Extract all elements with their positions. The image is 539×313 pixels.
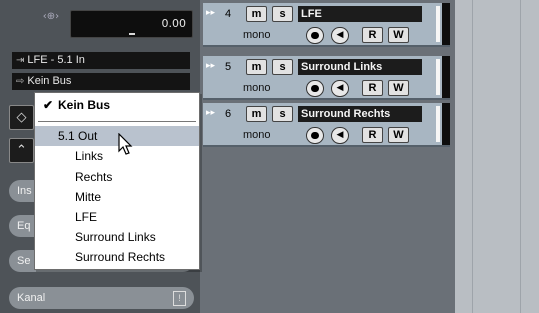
menu-item-mitte[interactable]: Mitte (35, 187, 199, 207)
expand-track-icon[interactable]: ▸▸ (206, 61, 215, 71)
track-mode: mono (243, 129, 271, 141)
solo-button[interactable]: s (272, 6, 293, 22)
output-routing-field[interactable]: ⇨ Kein Bus (12, 73, 190, 90)
menu-item-rechts[interactable]: Rechts (35, 167, 199, 187)
pan-control[interactable]: ‹⊕› (36, 10, 66, 24)
menu-item-surround-links[interactable]: Surround Links (35, 227, 199, 247)
volume-fader[interactable]: 0.00 (70, 10, 193, 38)
output-routing-menu: ✔ Kein Bus 5.1 Out Links Rechts Mitte LF… (34, 92, 200, 270)
track-meter-white (436, 106, 440, 142)
channel-expand-icon[interactable]: ! (173, 291, 186, 306)
channel-section-label: Kanal (17, 292, 46, 304)
fader-indicator (129, 33, 135, 35)
automation-button[interactable]: ⌃ (9, 138, 34, 163)
menu-item-label: Kein Bus (58, 98, 111, 112)
read-automation-button[interactable]: R (362, 80, 383, 96)
menu-item-51-out[interactable]: 5.1 Out (35, 126, 199, 146)
channel-section-tab[interactable]: Kanal ! (9, 287, 194, 309)
record-enable-button[interactable] (306, 80, 324, 97)
menu-separator (38, 121, 196, 122)
mute-button[interactable]: m (246, 6, 267, 22)
track-mode: mono (243, 82, 271, 94)
track-meter-white (436, 6, 440, 42)
mute-button[interactable]: m (246, 106, 267, 122)
track-number: 4 (225, 8, 232, 20)
monitor-button[interactable]: ◀ (331, 80, 349, 97)
write-automation-button[interactable]: W (388, 127, 409, 143)
monitor-button[interactable]: ◀ (331, 127, 349, 144)
track-row[interactable]: ▸▸ 4 m s LFE mono ◀ R W (203, 3, 450, 47)
track-meter-white (436, 59, 440, 95)
solo-button[interactable]: s (272, 106, 293, 122)
cubase-project-window: ‹⊕› 0.00 ⇥ LFE - 5.1 In ⇨ Kein Bus ◇ ⌃ Ins… (0, 0, 539, 313)
arrange-area[interactable] (455, 0, 539, 313)
track-meter (442, 56, 450, 98)
track-row[interactable]: ▸▸ 6 m s Surround Rechts mono ◀ R W (203, 103, 450, 147)
write-automation-button[interactable]: W (388, 27, 409, 43)
mouse-cursor-icon (118, 133, 133, 155)
output-arrow-icon: ⇨ (16, 76, 25, 87)
menu-item-links[interactable]: Links (35, 146, 199, 166)
read-automation-button[interactable]: R (362, 27, 383, 43)
track-mode: mono (243, 29, 271, 41)
write-automation-button[interactable]: W (388, 80, 409, 96)
track-name[interactable]: LFE (298, 6, 422, 22)
track-meter (442, 103, 450, 145)
checkmark-icon: ✔ (43, 98, 54, 112)
menu-item-surround-rechts[interactable]: Surround Rechts (35, 247, 199, 267)
expand-track-icon[interactable]: ▸▸ (206, 108, 215, 118)
track-number: 5 (225, 61, 232, 73)
track-number: 6 (225, 108, 232, 120)
record-enable-button[interactable] (306, 127, 324, 144)
record-enable-button[interactable] (306, 27, 324, 44)
track-meter (442, 3, 450, 45)
input-arrow-icon: ⇥ (16, 55, 25, 66)
track-name[interactable]: Surround Links (298, 59, 422, 75)
grid-line (472, 0, 473, 313)
track-name[interactable]: Surround Rechts (298, 106, 422, 122)
menu-item-kein-bus[interactable]: ✔ Kein Bus (35, 95, 199, 115)
mute-button[interactable]: m (246, 59, 267, 75)
expand-track-icon[interactable]: ▸▸ (206, 8, 215, 18)
solo-button[interactable]: s (272, 59, 293, 75)
track-list: ▸▸ 4 m s LFE mono ◀ R W ▸▸ 5 m s Surroun… (200, 0, 455, 313)
output-routing-label: Kein Bus (27, 75, 72, 87)
track-row[interactable]: ▸▸ 5 m s Surround Links mono ◀ R W (203, 56, 450, 100)
grid-line (520, 0, 521, 313)
volume-value: 0.00 (161, 17, 187, 30)
monitor-button[interactable]: ◀ (331, 27, 349, 44)
input-routing-field[interactable]: ⇥ LFE - 5.1 In (12, 52, 190, 69)
edit-channel-button[interactable]: ◇ (9, 105, 34, 130)
read-automation-button[interactable]: R (362, 127, 383, 143)
input-routing-label: LFE - 5.1 In (27, 54, 85, 66)
menu-item-lfe[interactable]: LFE (35, 207, 199, 227)
